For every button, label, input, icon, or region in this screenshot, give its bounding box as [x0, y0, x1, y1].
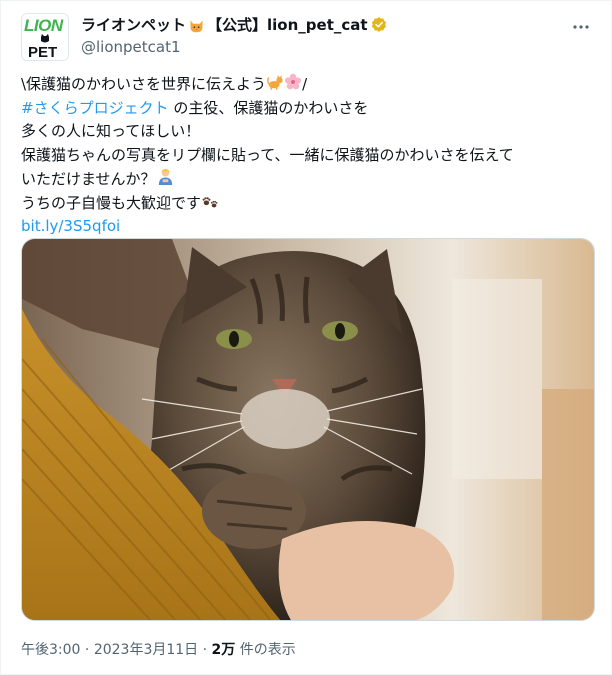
tweet-text: \保護猫のかわいさを世界に伝えよう / #さくらプロジェクト の主役、保護猫のかわ…	[21, 73, 596, 239]
verified-badge-icon[interactable]	[370, 16, 388, 34]
short-url-link[interactable]: bit.ly/3S5qfoi	[21, 217, 120, 235]
logo-pet-text: PET	[28, 44, 58, 61]
person-emoji-icon	[158, 168, 172, 186]
views-label: 件の表示	[239, 642, 296, 658]
tweet-line-6-text: うちの子自慢も大歓迎です	[21, 193, 202, 212]
views-count: 2万	[211, 642, 236, 658]
cat-face-emoji-icon	[190, 19, 203, 32]
meta-separator: ·	[202, 642, 208, 658]
tweet-line-2-text: の主役、保護猫のかわいさを	[173, 98, 369, 117]
tweet-header: LION PET ライオンペット 【公式】lion_pet_cat @lionp…	[21, 11, 591, 67]
more-options-icon[interactable]	[571, 17, 591, 37]
tweet-line-1-end: /	[302, 75, 308, 93]
cat-emoji-icon	[267, 75, 283, 90]
display-name[interactable]: ライオンペット 【公式】lion_pet_cat	[81, 15, 388, 35]
account-handle[interactable]: @lionpetcat1	[81, 37, 388, 57]
tweet-photo[interactable]	[21, 238, 595, 621]
tweet-date[interactable]: 2023年3月11日	[94, 642, 198, 658]
tweet-line: 多くの人に知ってほしい！	[21, 122, 201, 140]
tweet-line: #さくらプロジェクト の主役、保護猫のかわいさを	[21, 97, 596, 121]
logo-cat-icon	[41, 34, 49, 43]
meta-separator: ·	[84, 642, 90, 658]
tweet-card: LION PET ライオンペット 【公式】lion_pet_cat @lionp…	[0, 0, 612, 675]
hashtag-link[interactable]: #さくらプロジェクト	[21, 99, 169, 117]
display-name-suffix: 【公式】lion_pet_cat	[207, 16, 368, 34]
account-names: ライオンペット 【公式】lion_pet_cat @lionpetcat1	[81, 15, 388, 57]
avatar[interactable]: LION PET	[21, 13, 69, 61]
paw-prints-emoji-icon	[202, 196, 218, 207]
tweet-time[interactable]: 午後3:00	[21, 642, 80, 658]
cherry-blossom-emoji-icon	[285, 73, 302, 90]
tweet-line-1-text: \保護猫のかわいさを世界に伝えよう	[21, 75, 267, 93]
tweet-line: うちの子自慢も大歓迎です	[21, 192, 596, 216]
tweet-meta: 午後3:00 · 2023年3月11日 · 2万 件の表示	[21, 639, 296, 659]
tweet-line: bit.ly/3S5qfoi	[21, 215, 596, 239]
tweet-line: いただけませんか？	[21, 167, 596, 192]
display-name-text: ライオンペット	[81, 16, 187, 34]
tweet-line-5-text: いただけませんか？	[21, 170, 156, 188]
tweet-line: \保護猫のかわいさを世界に伝えよう /	[21, 73, 596, 97]
logo-lion-text: LION	[24, 16, 63, 35]
tweet-line: 保護猫ちゃんの写真をリプ欄に貼って、一緒に保護猫のかわいさを伝えて	[21, 145, 514, 164]
cat-photo-image	[22, 239, 594, 620]
